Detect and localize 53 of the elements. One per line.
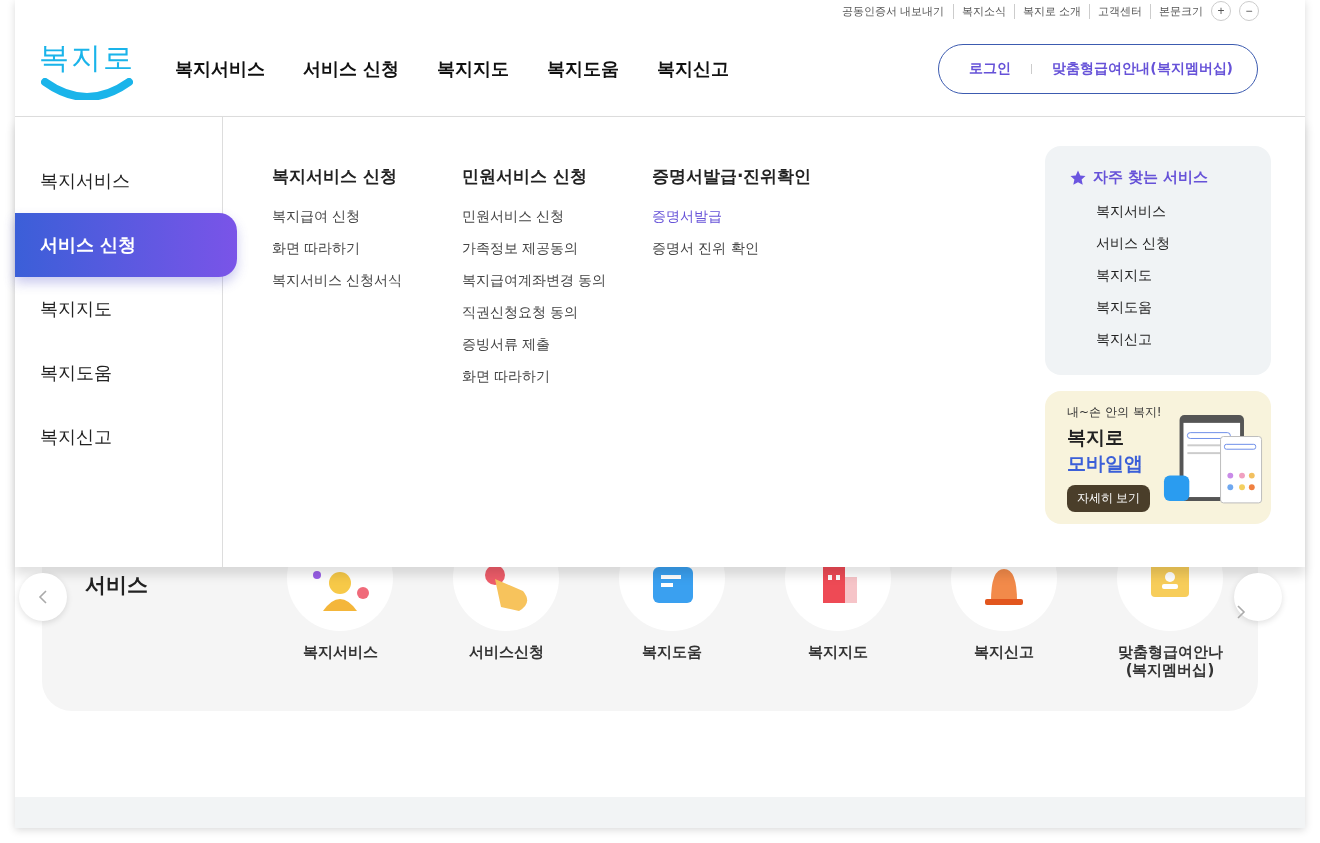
chevron-left-icon [37,589,49,605]
font-decrease-button[interactable]: − [1239,1,1259,21]
frequent-link[interactable]: 복지서비스 [1069,195,1247,227]
font-size-label: 본문크기 [1150,3,1203,19]
nav-item[interactable]: 서비스 신청 [303,57,400,81]
menu-link[interactable]: 화면 따라하기 [272,240,422,272]
service-label[interactable]: 복지지도 [763,643,913,661]
service-label[interactable]: 복지도움 [597,643,747,661]
chevron-right-icon [1235,603,1247,620]
nav-item[interactable]: 복지도움 [547,57,620,81]
frequent-link[interactable]: 복지지도 [1069,259,1247,291]
group-title: 민원서비스 신청 [462,165,588,188]
menu-category[interactable]: 복지지도 [15,277,222,341]
frequent-link[interactable]: 서비스 신청 [1069,227,1247,259]
utility-link[interactable]: 복지로 소개 [1013,3,1081,19]
font-increase-button[interactable]: + [1211,1,1231,21]
service-label[interactable]: 서비스신청 [431,643,581,661]
nav-item[interactable]: 복지신고 [657,57,730,81]
menu-link[interactable]: 가족정보 제공동의 [462,240,612,272]
panel-title: 자주 찾는 서비스 [1093,168,1209,187]
account-link[interactable]: 맞춤형급여안내(복지멤버십) [1052,60,1233,78]
banner-subtitle: 모바일앱 [1067,450,1143,476]
group-title: 복지서비스 신청 [272,165,398,188]
banner-title: 복지로 [1067,424,1124,450]
banner-tagline: 내~손 안의 복지! [1067,403,1162,421]
menu-link[interactable]: 증빙서류 제출 [462,336,612,368]
menu-category[interactable]: 복지서비스 [15,149,222,213]
menu-link[interactable]: 복지서비스 신청서식 [272,272,422,304]
menu-category[interactable]: 복지도움 [15,341,222,405]
service-label[interactable]: 복지서비스 [265,643,415,661]
nav-item[interactable]: 복지지도 [437,57,510,81]
group-title: 증명서발급·진위확인 [652,165,813,188]
section-title: 서비스 [85,572,149,599]
frequent-link[interactable]: 복지도움 [1069,291,1247,323]
menu-link[interactable]: 증명서발급 [652,208,832,240]
menu-link[interactable]: 민원서비스 신청 [462,208,612,240]
service-label[interactable]: 맞춤형급여안나 (복지멤버십) [1095,643,1245,679]
account-link[interactable]: 로그인 [969,60,1012,78]
menu-link[interactable]: 직권신청요청 동의 [462,304,612,336]
frequent-link[interactable]: 복지신고 [1069,323,1247,355]
utility-link[interactable]: 복지소식 [952,3,1006,19]
menu-link[interactable]: 화면 따라하기 [462,368,612,400]
menu-link[interactable]: 복지급여 신청 [272,208,422,240]
menu-link[interactable]: 증명서 진위 확인 [652,240,832,272]
nav-item[interactable]: 복지서비스 [175,57,265,81]
details-button[interactable]: 자세히 보기 [1067,484,1151,512]
menu-category[interactable]: 복지신고 [15,405,222,469]
menu-category[interactable]: 서비스 신청 [15,213,237,277]
utility-link[interactable]: 공동인증서 내보내기 [842,3,945,19]
utility-link[interactable]: 고객센터 [1089,3,1142,19]
service-label[interactable]: 복지신고 [929,643,1079,661]
menu-link[interactable]: 복지급여계좌변경 동의 [462,272,612,304]
smile-icon [41,78,133,100]
